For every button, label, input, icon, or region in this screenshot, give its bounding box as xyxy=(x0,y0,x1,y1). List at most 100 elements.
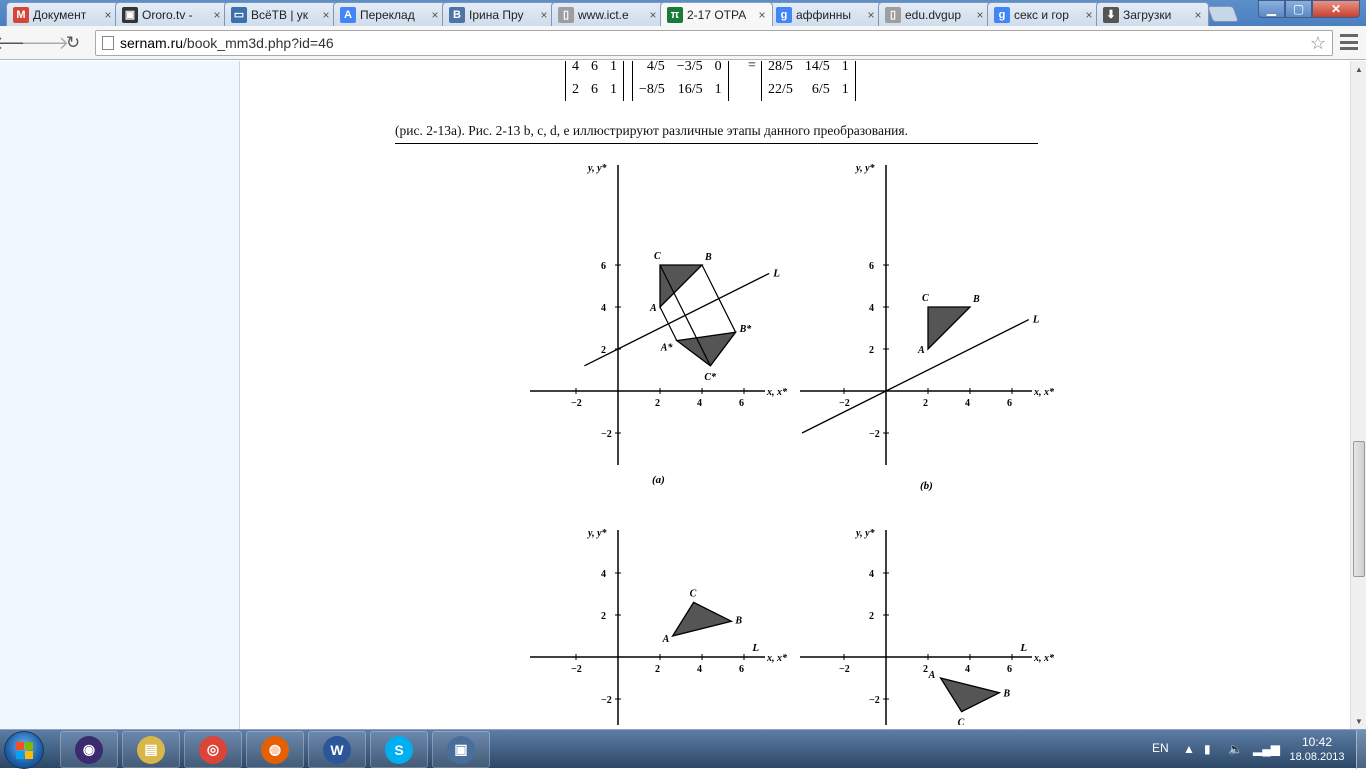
bookmark-star-icon[interactable]: ☆ xyxy=(1310,33,1326,54)
tab-4[interactable]: B Ірина Пру × xyxy=(442,2,555,26)
tab-close-icon[interactable]: × xyxy=(647,8,659,22)
tab-close-icon[interactable]: × xyxy=(865,8,877,22)
point-label-A: A xyxy=(649,303,657,314)
x-tick-label: 2 xyxy=(655,664,660,675)
triangle-ABC xyxy=(927,306,972,351)
minimize-button[interactable]: ▁ xyxy=(1258,0,1285,18)
pi-icon: π xyxy=(667,6,683,23)
tab-7[interactable]: g аффинны × xyxy=(769,2,882,26)
maximize-button[interactable]: ▢ xyxy=(1285,0,1312,18)
scroll-thumb[interactable] xyxy=(1353,441,1365,577)
tab-close-icon[interactable]: × xyxy=(320,8,332,22)
clock-date: 18.08.2013 xyxy=(1289,751,1345,763)
y-axis-label: y, y* xyxy=(587,163,608,174)
clock-time: 10:42 xyxy=(1301,735,1333,749)
monitor-icon: ▭ xyxy=(231,6,247,23)
taskbar-app-skype[interactable]: S xyxy=(370,731,428,768)
language-indicator[interactable]: EN xyxy=(1152,741,1169,755)
clock[interactable]: 10:42 18.08.2013 xyxy=(1282,735,1352,765)
matrix-left-cell: 2 xyxy=(572,82,579,97)
y-tick-label: −2 xyxy=(601,695,612,706)
scroll-down-arrow-icon[interactable]: ▼ xyxy=(1351,713,1366,729)
matrix-left-cell: 1 xyxy=(610,82,617,97)
tab-title: Загрузки xyxy=(1123,7,1172,22)
tab-1[interactable]: ▣ Ororo.tv - × xyxy=(115,2,228,26)
y-tick-label: 2 xyxy=(869,345,874,356)
tab-9[interactable]: g секс и гор × xyxy=(987,2,1100,26)
start-button[interactable] xyxy=(4,731,44,769)
folder-icon: ▤ xyxy=(137,735,165,764)
x-tick-label: 2 xyxy=(655,398,660,409)
tab-10[interactable]: ⬇ Загрузки × xyxy=(1096,2,1209,26)
power-icon[interactable]: ▮ xyxy=(1204,742,1211,756)
matrix-middle-cell: 16/5 xyxy=(677,82,703,97)
tab-close-icon[interactable]: × xyxy=(211,8,223,22)
tab-3[interactable]: A Переклад × xyxy=(333,2,446,26)
matrix-middle-cell: 1 xyxy=(714,82,722,97)
matrix-left-cell: 6 xyxy=(591,82,598,97)
firefox-icon: ◍ xyxy=(261,735,289,764)
point-label-A: A xyxy=(928,670,936,681)
x-tick-label: −2 xyxy=(571,398,582,409)
tab-5[interactable]: ▯ www.ict.e × xyxy=(551,2,664,26)
tab-close-icon[interactable]: × xyxy=(1192,8,1204,22)
projection-line xyxy=(659,306,678,341)
taskbar-app-firefox[interactable]: ◍ xyxy=(246,731,304,768)
line-L-label: L xyxy=(1019,642,1027,654)
tab-close-icon[interactable]: × xyxy=(974,8,986,22)
network-icon[interactable]: ▂▄▆ xyxy=(1253,742,1280,756)
point-label-B: B xyxy=(972,294,980,305)
reload-button[interactable]: ↻ xyxy=(62,32,84,54)
volume-icon[interactable]: 🔈 xyxy=(1228,742,1243,756)
matrix-middle-cell: 4/5 xyxy=(646,61,665,74)
tab-title: Переклад xyxy=(360,7,415,22)
tray-expand-icon[interactable]: ▲ xyxy=(1183,742,1195,756)
y-tick-label: 4 xyxy=(869,303,874,314)
url-text[interactable]: sernam.ru/book_mm3d.php?id=46 xyxy=(120,35,334,51)
page-icon: ▯ xyxy=(885,6,901,23)
taskbar-app-eclipse[interactable]: ◉ xyxy=(60,731,118,768)
scroll-up-arrow-icon[interactable]: ▲ xyxy=(1351,61,1366,77)
tab-close-icon[interactable]: × xyxy=(1083,8,1095,22)
forward-button[interactable]: 🡒 xyxy=(21,32,69,54)
tab-close-icon[interactable]: × xyxy=(756,8,768,22)
matrix-right-cell: 14/5 xyxy=(804,61,830,74)
show-desktop-button[interactable] xyxy=(1356,730,1366,769)
y-tick-label: 6 xyxy=(869,261,874,272)
tab-title: аффинны xyxy=(796,7,852,22)
new-tab-button[interactable] xyxy=(1207,6,1239,22)
line-L-label: L xyxy=(772,267,780,279)
point-label-C: C xyxy=(690,588,697,599)
matrix-left-cell: 1 xyxy=(610,61,617,74)
tab-close-icon[interactable]: × xyxy=(538,8,550,22)
panel-label: (a) xyxy=(652,474,665,486)
x-tick-label: 6 xyxy=(739,398,744,409)
x-tick-label: −2 xyxy=(839,398,850,409)
triangle-ABC-star xyxy=(675,331,738,367)
x-tick-label: 4 xyxy=(697,398,702,409)
tab-close-icon[interactable]: × xyxy=(102,8,114,22)
taskbar-app-computer[interactable]: ▣ xyxy=(432,731,490,768)
page-icon xyxy=(102,36,114,50)
x-axis-label: x, x* xyxy=(1033,653,1055,664)
x-tick-label: −2 xyxy=(571,664,582,675)
taskbar-app-word[interactable]: W xyxy=(308,731,366,768)
y-tick-label: 2 xyxy=(601,611,606,622)
tab-8[interactable]: ▯ edu.dvgup × xyxy=(878,2,991,26)
download-icon: ⬇ xyxy=(1103,6,1119,23)
address-bar[interactable]: sernam.ru/book_mm3d.php?id=46 ☆ xyxy=(95,30,1333,56)
matrix-left-cell: 4 xyxy=(572,61,579,74)
taskbar-app-chrome[interactable]: ◎ xyxy=(184,731,242,768)
vertical-scrollbar[interactable]: ▲ ▼ xyxy=(1350,61,1366,729)
close-window-button[interactable]: ✕ xyxy=(1312,0,1360,18)
tab-2[interactable]: ▭ ВсёТВ | ук × xyxy=(224,2,337,26)
tab-6[interactable]: π 2-17 ОТРА × xyxy=(660,2,773,26)
taskbar-app-folder[interactable]: ▤ xyxy=(122,731,180,768)
y-tick-label: 2 xyxy=(869,611,874,622)
point-label-B: B xyxy=(734,615,742,626)
tab-0[interactable]: M Документ × xyxy=(6,2,119,26)
tab-close-icon[interactable]: × xyxy=(429,8,441,22)
menu-icon[interactable] xyxy=(1340,34,1358,50)
x-tick-label: 4 xyxy=(697,664,702,675)
y-axis-label: y, y* xyxy=(855,163,876,174)
